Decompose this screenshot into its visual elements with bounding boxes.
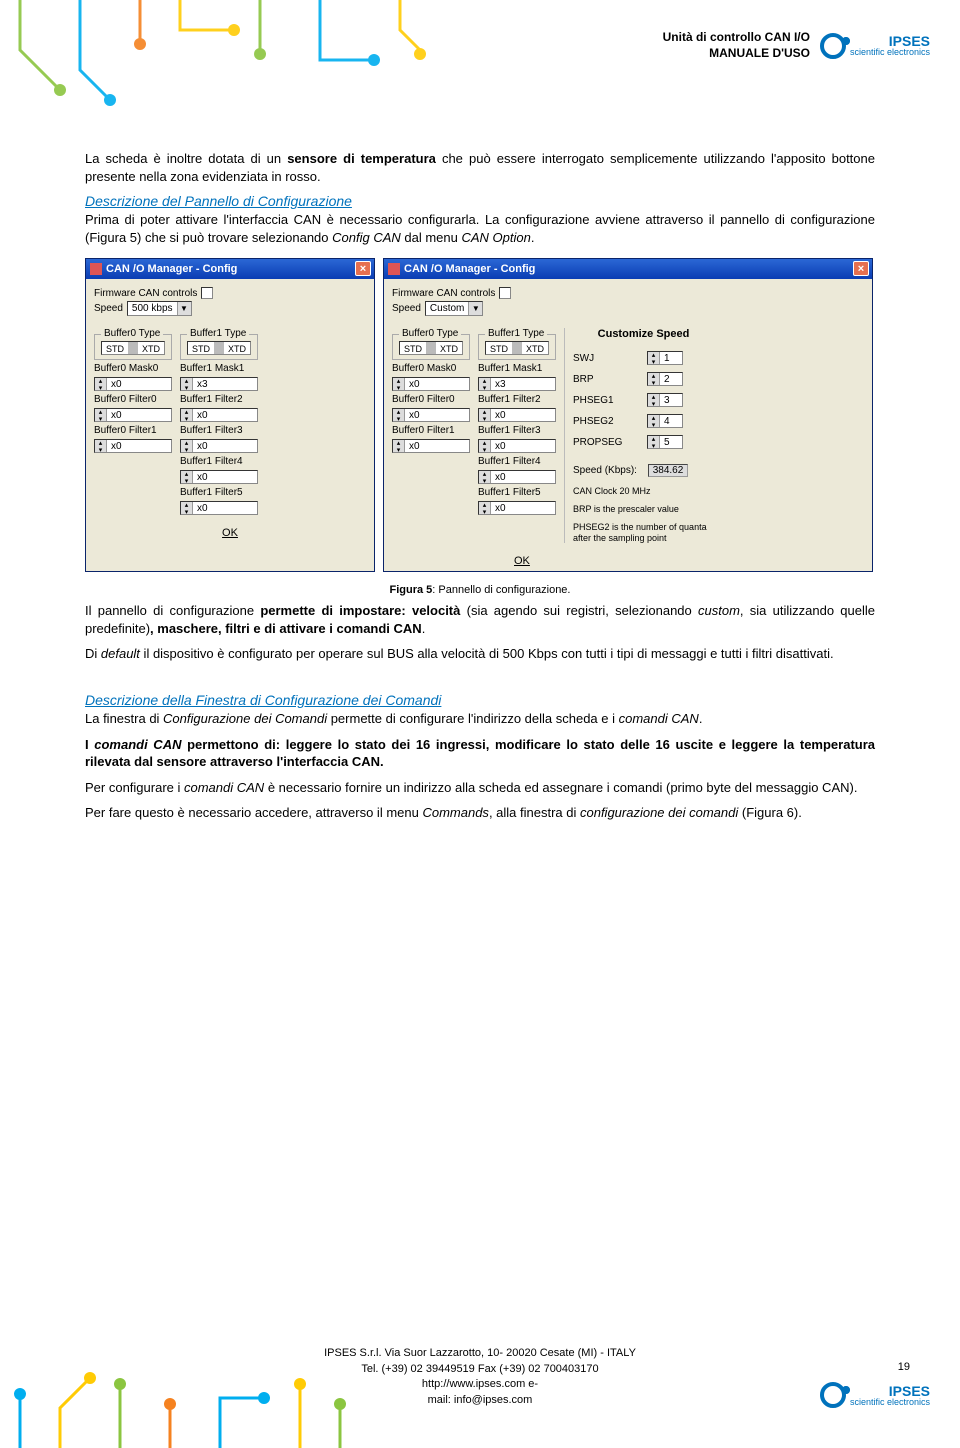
heading-command-config: Descrizione della Finestra di Configuraz… [85,692,875,708]
ipses-logo: IPSESscientific electronics [820,33,930,59]
document-body: La scheda è inoltre dotata di un sensore… [85,150,875,830]
firmware-checkbox[interactable] [201,287,213,299]
window-icon [90,263,102,275]
firmware-checkbox[interactable] [499,287,511,299]
figure-5-caption: Figura 5: Pannello di configurazione. [85,584,875,596]
titlebar: CAN /O Manager - Config × [384,259,872,279]
close-icon[interactable]: × [355,261,371,276]
buffer0-type-toggle[interactable]: STDXTD [399,341,463,355]
buffer1-filter5[interactable]: ▴▾x0 [180,501,258,515]
phseg2-spinner[interactable]: ▴▾4 [647,414,683,428]
firmware-label: Firmware CAN controls [94,288,197,299]
paragraph-3: Il pannello di configurazione permette d… [85,602,875,637]
config-dialog-preset: CAN /O Manager - Config × Firmware CAN c… [85,258,375,572]
titlebar: CAN /O Manager - Config × [86,259,374,279]
customize-speed-title: Customize Speed [573,328,714,340]
buffer1-filter3[interactable]: ▴▾x0 [180,439,258,453]
buffer1-filter2[interactable]: ▴▾x0 [180,408,258,422]
doc-title-1: Unità di controllo CAN I/O [663,30,810,46]
window-icon [388,263,400,275]
paragraph-8: Per fare questo è necessario accedere, a… [85,804,875,822]
speed-kbps-value: 384.62 [648,464,689,477]
doc-title-2: MANUALE D'USO [663,46,810,62]
header-decoration [0,0,480,110]
config-dialog-custom: CAN /O Manager - Config × Firmware CAN c… [383,258,873,572]
buffer1-type-toggle[interactable]: STDXTD [485,341,549,355]
paragraph-6: I comandi CAN permettono di: leggere lo … [85,736,875,771]
buffer1-mask1[interactable]: ▴▾x3 [180,377,258,391]
paragraph-5: La finestra di Configurazione dei Comand… [85,710,875,728]
buffer1-type-toggle[interactable]: STDXTD [187,341,251,355]
buffer0-filter1[interactable]: ▴▾x0 [94,439,172,453]
heading-config-panel: Descrizione del Pannello di Configurazio… [85,193,875,209]
speed-dropdown[interactable]: 500 kbps▼ [127,301,192,316]
brp-spinner[interactable]: ▴▾2 [647,372,683,386]
document-footer: IPSES S.r.l. Via Suor Lazzarotto, 10- 20… [0,1346,960,1408]
paragraph-4: Di default il dispositivo è configurato … [85,645,875,663]
speed-dropdown[interactable]: Custom▼ [425,301,483,316]
speed-label: Speed [94,303,123,314]
phseg1-spinner[interactable]: ▴▾3 [647,393,683,407]
close-icon[interactable]: × [853,261,869,276]
ok-button[interactable]: OK [86,527,374,539]
buffer0-mask0[interactable]: ▴▾x0 [94,377,172,391]
window-title: CAN /O Manager - Config [106,263,237,275]
footer-decoration [0,1358,380,1448]
propseg-spinner[interactable]: ▴▾5 [647,435,683,449]
buffer0-type-toggle[interactable]: STDXTD [101,341,165,355]
buffer0-filter0[interactable]: ▴▾x0 [94,408,172,422]
swj-spinner[interactable]: ▴▾1 [647,351,683,365]
paragraph-2: Prima di poter attivare l'interfaccia CA… [85,211,875,246]
window-title: CAN /O Manager - Config [404,263,535,275]
document-header-right: Unità di controllo CAN I/O MANUALE D'USO… [663,30,930,61]
paragraph-1: La scheda è inoltre dotata di un sensore… [85,150,875,185]
footer-logo: IPSESscientific electronics [820,1382,930,1408]
figure-5: CAN /O Manager - Config × Firmware CAN c… [85,258,875,572]
paragraph-7: Per configurare i comandi CAN è necessar… [85,779,875,797]
buffer1-filter4[interactable]: ▴▾x0 [180,470,258,484]
ok-button[interactable]: OK [514,555,872,567]
